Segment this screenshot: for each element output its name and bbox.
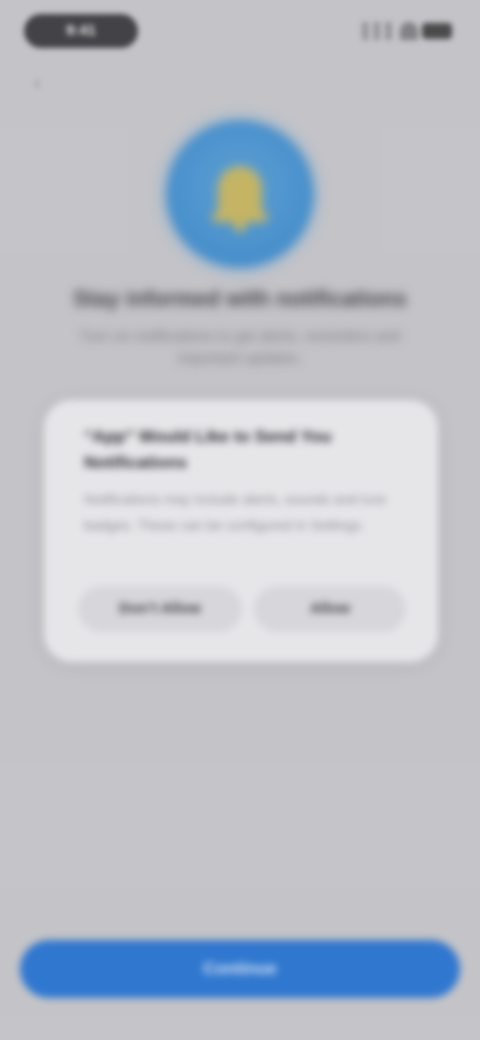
alert-message: Notifications may include alerts, sounds… bbox=[84, 491, 387, 533]
continue-button[interactable]: Continue bbox=[20, 940, 460, 998]
allow-button[interactable]: Allow bbox=[254, 586, 406, 632]
notification-permission-alert: “App” Would Like to Send You Notificatio… bbox=[44, 400, 438, 662]
alert-title: “App” Would Like to Send You Notificatio… bbox=[84, 427, 332, 472]
onboarding-screen: 9:41 ‹ Stay informed with notifications … bbox=[0, 0, 480, 1040]
dont-allow-button[interactable]: Don’t Allow bbox=[78, 586, 242, 632]
